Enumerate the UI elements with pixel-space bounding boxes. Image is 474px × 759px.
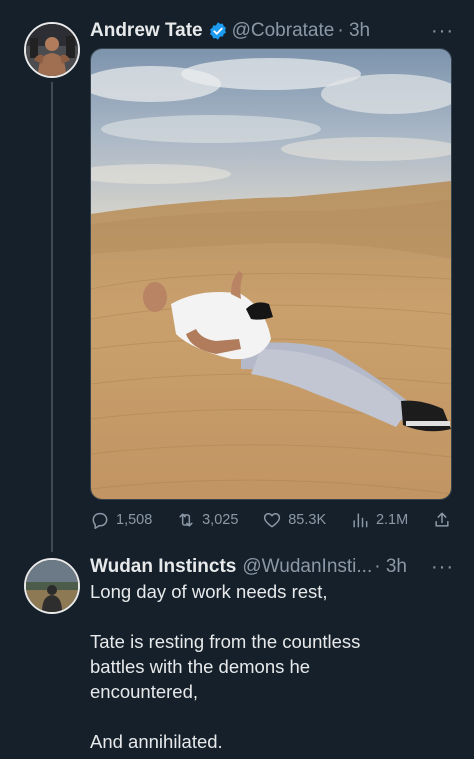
reply-line: Tate is resting from the countless xyxy=(90,631,361,652)
like-count: 85.3K xyxy=(288,512,327,528)
author-avatar[interactable] xyxy=(24,22,80,78)
reply-line: Long day of work needs rest, xyxy=(90,581,328,602)
desert-photo-image xyxy=(91,49,451,499)
views-icon xyxy=(353,513,368,528)
reply-paragraph-gap xyxy=(90,604,450,629)
reply-text: Long day of work needs rest, Tate is res… xyxy=(90,579,450,754)
reply-icon xyxy=(92,512,108,529)
thread-connector-line xyxy=(51,82,53,552)
tweet-timestamp[interactable]: · 3h xyxy=(337,20,370,42)
reply-button[interactable]: 1,508 xyxy=(90,510,152,530)
reply-timestamp[interactable]: · 3h xyxy=(374,556,407,578)
tweet-photo[interactable] xyxy=(90,48,452,500)
reply-author-avatar-image xyxy=(26,560,78,612)
verified-badge-icon xyxy=(208,21,228,41)
reply-author-avatar[interactable] xyxy=(24,558,80,614)
share-button[interactable] xyxy=(432,510,452,530)
retweet-button[interactable]: 3,025 xyxy=(176,510,238,530)
reply-line: And annihilated. xyxy=(90,731,223,752)
views-button[interactable]: 2.1M xyxy=(350,510,408,530)
author-handle[interactable]: @Cobratate xyxy=(232,20,335,42)
more-options-icon[interactable]: ··· xyxy=(431,20,454,43)
reply-author-name[interactable]: Wudan Instincts xyxy=(90,556,236,578)
like-icon xyxy=(264,513,281,528)
reply-header: Wudan Instincts @WudanInsti... · 3h xyxy=(90,554,407,580)
reply-count: 1,508 xyxy=(116,512,153,528)
views-count: 2.1M xyxy=(375,512,409,528)
reply-paragraph-gap xyxy=(90,704,450,729)
author-name[interactable]: Andrew Tate xyxy=(90,20,203,42)
retweet-icon xyxy=(179,513,193,527)
tweet-action-bar: 1,508 3,025 85.3K 2.1M xyxy=(90,508,452,532)
reply-more-options-icon[interactable]: ··· xyxy=(431,556,454,579)
like-button[interactable]: 85.3K xyxy=(262,510,326,530)
author-avatar-image xyxy=(26,24,78,76)
reply-line: encountered, xyxy=(90,681,199,702)
reply-author-handle[interactable]: @WudanInsti... xyxy=(242,556,372,578)
share-icon xyxy=(435,512,449,527)
reply-line: battles with the demons he xyxy=(90,656,311,677)
tweet-header: Andrew Tate @Cobratate · 3h xyxy=(90,18,370,44)
retweet-count: 3,025 xyxy=(202,512,239,528)
